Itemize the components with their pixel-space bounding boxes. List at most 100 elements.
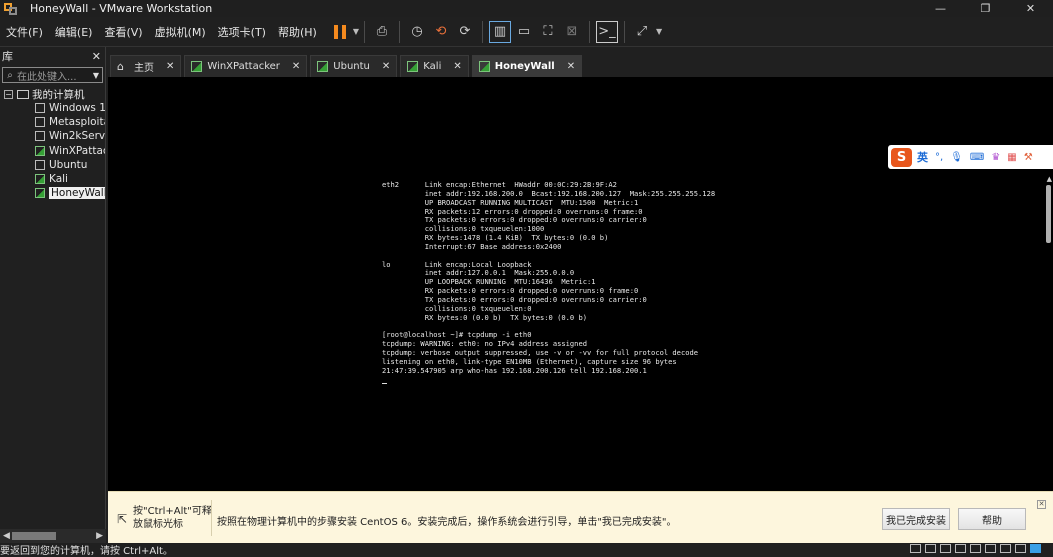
snapshot-manager-icon[interactable]: ⟳ xyxy=(454,21,476,43)
toolbar-divider xyxy=(588,20,590,43)
install-instructions: 按照在物理计算机中的步骤安装 CentOS 6。安装完成后，操作系统会进行引导，… xyxy=(217,517,677,528)
tab-home[interactable]: ⌂ 主页 ✕ xyxy=(110,55,182,77)
menu-edit[interactable]: 编辑(E) xyxy=(49,24,99,40)
release-cursor-hint: 按"Ctrl+Alt"可释放鼠标光标 xyxy=(133,506,212,530)
menu-tabs[interactable]: 选项卡(T) xyxy=(212,24,272,40)
toolbar-divider xyxy=(623,20,625,43)
vm-running-icon xyxy=(35,188,45,199)
menu-file[interactable]: 文件(F) xyxy=(0,24,49,40)
library-scrollbar[interactable]: ◀ ▶ xyxy=(0,529,106,543)
punctuation-icon[interactable]: °, xyxy=(935,152,943,163)
tab-close-icon[interactable]: ✕ xyxy=(166,61,174,72)
tree-item-label: HoneyWall xyxy=(49,187,105,200)
toolbar-divider xyxy=(398,20,400,43)
tab-close-icon[interactable]: ✕ xyxy=(292,61,300,72)
network-adapter-icon[interactable] xyxy=(970,544,981,553)
toolbar-divider xyxy=(481,20,483,43)
revert-snapshot-icon[interactable]: ⟲ xyxy=(430,21,452,43)
hard-disk-icon[interactable] xyxy=(910,544,921,553)
mouse-cursor-icon: ⇱ xyxy=(117,512,128,526)
tab-honeywall[interactable]: HoneyWall ✕ xyxy=(471,55,583,77)
message-icon[interactable] xyxy=(1030,544,1041,553)
vm-tab-strip: ⌂ 主页 ✕ WinXPattacker ✕ Ubuntu ✕ Kali ✕ H… xyxy=(108,47,1053,77)
vm-icon xyxy=(191,61,203,72)
tab-label: WinXPattacker xyxy=(207,61,280,72)
tab-winxpattacker[interactable]: WinXPattacker ✕ xyxy=(184,55,308,77)
home-icon: ⌂ xyxy=(117,60,124,73)
menu-vm[interactable]: 虚拟机(M) xyxy=(149,24,212,40)
stretch-dropdown-icon[interactable]: ▼ xyxy=(656,27,662,36)
network-adapter-icon[interactable] xyxy=(940,544,951,553)
display-icon[interactable] xyxy=(1015,544,1026,553)
grid-icon[interactable]: ▦ xyxy=(1007,152,1016,163)
unity-icon[interactable]: ⊠ xyxy=(561,21,583,43)
install-hint-bar: ⇱ 按"Ctrl+Alt"可释放鼠标光标 按照在物理计算机中的步骤安装 Cent… xyxy=(108,491,1053,543)
menu-bar: 文件(F) 编辑(E) 查看(V) 虚拟机(M) 选项卡(T) 帮助(H) ▼ … xyxy=(0,17,1053,47)
keyboard-icon[interactable]: ⌨ xyxy=(970,152,984,163)
tab-close-icon[interactable]: ✕ xyxy=(453,61,461,72)
tree-item-ubuntu[interactable]: Ubuntu xyxy=(0,158,105,172)
console-view-icon[interactable]: >_ xyxy=(595,20,618,43)
network-adapter-icon[interactable] xyxy=(955,544,966,553)
vm-console-screen[interactable]: eth2 Link encap:Ethernet HWaddr 00:0C:29… xyxy=(108,77,1053,491)
scroll-up-icon[interactable]: ▲ xyxy=(1047,175,1052,183)
tree-item-metasploitable[interactable]: Metasploita xyxy=(0,115,105,129)
send-keys-icon[interactable]: ⎙ xyxy=(371,21,393,43)
menu-view[interactable]: 查看(V) xyxy=(98,24,148,40)
sogou-logo-icon[interactable]: S xyxy=(891,147,912,167)
vm-icon xyxy=(35,103,45,114)
vm-icon xyxy=(317,61,329,72)
tree-item-win2kserver[interactable]: Win2kServe xyxy=(0,129,105,143)
vmware-logo-icon xyxy=(4,2,18,15)
console-scrollbar[interactable] xyxy=(1046,185,1051,243)
stretch-icon[interactable]: ⤢ xyxy=(631,21,653,43)
title-bar: HoneyWall - VMware Workstation — ❐ ✕ xyxy=(0,0,1053,17)
tab-ubuntu[interactable]: Ubuntu ✕ xyxy=(310,55,398,77)
library-title: 库 xyxy=(2,50,13,63)
hint-close-icon[interactable]: ✕ xyxy=(1037,500,1046,509)
ime-mode-toggle[interactable]: 英 xyxy=(917,149,928,165)
tree-item-kali[interactable]: Kali xyxy=(0,172,105,186)
library-close-icon[interactable]: ✕ xyxy=(92,50,101,63)
tab-close-icon[interactable]: ✕ xyxy=(567,61,575,72)
microphone-icon[interactable]: 🎙 xyxy=(950,152,963,163)
power-dropdown-icon[interactable]: ▼ xyxy=(353,27,359,36)
scroll-right-icon[interactable]: ▶ xyxy=(96,531,103,541)
tree-root-label: 我的计算机 xyxy=(32,88,85,101)
scroll-left-icon[interactable]: ◀ xyxy=(3,531,10,541)
status-text: 要返回到您的计算机，请按 Ctrl+Alt。 xyxy=(0,546,173,557)
shirt-icon[interactable]: ♛ xyxy=(991,152,1000,163)
snapshot-icon[interactable]: ◷ xyxy=(406,21,428,43)
hint-divider xyxy=(211,500,212,536)
tool-icon[interactable]: ⚒ xyxy=(1024,152,1033,163)
thumbnail-bar-icon[interactable]: ▭ xyxy=(513,21,535,43)
tree-item-honeywall[interactable]: HoneyWall xyxy=(0,186,105,200)
collapse-icon[interactable]: − xyxy=(4,89,13,99)
restore-button[interactable]: ❐ xyxy=(963,0,1008,17)
vm-icon xyxy=(35,159,45,170)
tree-root-my-computer[interactable]: − 我的计算机 xyxy=(0,87,105,101)
tree-item-windows10[interactable]: Windows 10 xyxy=(0,101,105,115)
tab-close-icon[interactable]: ✕ xyxy=(382,61,390,72)
close-window-button[interactable]: ✕ xyxy=(1008,0,1053,17)
pause-vm-button[interactable] xyxy=(329,21,351,43)
menu-help[interactable]: 帮助(H) xyxy=(272,24,323,40)
toolbar: ▼ ⎙ ◷ ⟲ ⟳ ▥ ▭ ⛶ ⊠ >_ ⤢ ▼ xyxy=(329,20,662,43)
search-dropdown-icon[interactable]: ▼ xyxy=(93,71,99,80)
vm-running-icon xyxy=(35,145,45,156)
installation-complete-button[interactable]: 我已完成安装 xyxy=(882,508,950,530)
device-icons xyxy=(906,544,1041,553)
console-cursor xyxy=(382,383,387,384)
usb-icon[interactable] xyxy=(985,544,996,553)
library-search-input[interactable]: ⌕ 在此处键入... ▼ xyxy=(2,67,103,83)
scroll-thumb[interactable] xyxy=(12,532,56,540)
show-library-icon[interactable]: ▥ xyxy=(488,20,511,43)
tab-label: HoneyWall xyxy=(494,61,555,72)
help-button[interactable]: 帮助 xyxy=(958,508,1026,530)
tab-kali[interactable]: Kali ✕ xyxy=(400,55,469,77)
tree-item-winxpattacker[interactable]: WinXPattac xyxy=(0,144,105,158)
cd-drive-icon[interactable] xyxy=(925,544,936,553)
sound-icon[interactable] xyxy=(1000,544,1011,553)
minimize-button[interactable]: — xyxy=(918,0,963,17)
full-screen-icon[interactable]: ⛶ xyxy=(537,21,559,43)
